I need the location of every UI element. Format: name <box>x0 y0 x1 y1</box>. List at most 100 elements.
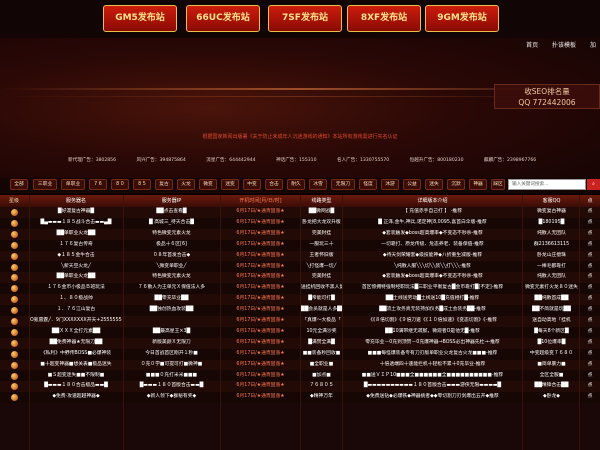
category-item[interactable]: 沐游 <box>381 179 399 190</box>
ad-item[interactable]: 新代理广告：3802856 <box>68 157 116 163</box>
server-name[interactable]: █▄▬▬▬１８５战斗合击▬▬▄█ <box>30 218 122 229</box>
server-name[interactable]: １７６复古传奇 <box>30 240 122 251</box>
category-item[interactable]: 8 5 <box>133 179 151 190</box>
ad-item[interactable]: 名人广告：1330755570 <box>337 157 389 163</box>
category-item[interactable]: 合击 <box>265 179 283 190</box>
search-icon[interactable]: ⌕ <box>587 179 600 190</box>
server-name[interactable]: １．７６江山复古 <box>30 305 122 316</box>
server-name[interactable]: １７６金币小极品Ｂ班玩法 <box>30 283 122 294</box>
ad-item[interactable]: 流星广告：644442944 <box>206 157 255 163</box>
ad-item[interactable]: 风兴广告：394875864 <box>137 157 186 163</box>
category-item[interactable]: 8 0 <box>111 179 129 190</box>
category-item[interactable]: 耐久 <box>287 179 305 190</box>
category-item[interactable]: 7 6 <box>89 179 107 190</box>
nav-link-add[interactable]: 加 <box>590 42 596 49</box>
category-item[interactable]: 神器 <box>469 179 487 190</box>
top-button-7sf[interactable]: 7SF发布站 <box>268 5 342 32</box>
star-cell <box>0 381 28 392</box>
version-info[interactable]: 十倍透端四十速能拦机十轻松不累十0充毕业-推荐 <box>343 360 522 371</box>
server-name[interactable]: ■Ｓ超变迷失■■不限制■ <box>30 371 122 382</box>
action-link[interactable]: 点 <box>580 294 600 305</box>
action-link[interactable]: 点 <box>580 218 600 229</box>
action-link[interactable]: 点 <box>580 240 600 251</box>
server-name[interactable]: ██单职业火龙██ <box>30 272 122 283</box>
server-name[interactable]: ██ＸＸＸ全打元素██ <box>30 327 122 338</box>
nav-link-home[interactable]: 首页 <box>526 42 538 49</box>
category-item[interactable]: 三职业 <box>33 179 57 190</box>
open-time: 6月17日/★通宵固涨★ <box>236 383 285 389</box>
version-info[interactable]: 《《８倍切割》《９倍刀速《《１０倍加速》《变态切割》《-推荐 <box>343 316 522 327</box>
version-info[interactable]: ██土线送劳动█土线送10█充值相打█-推荐 <box>343 294 522 305</box>
version-info[interactable]: 一切靠打、原龙传极、危态养老、装备保值-推荐 <box>343 240 522 251</box>
ad-item[interactable]: 神话广告：155310 <box>276 157 317 163</box>
server-name[interactable]: 《私利》中野传BOSS■必爆神装 <box>30 349 122 360</box>
server-name[interactable]: ◆１８５金牛合击 <box>30 251 122 262</box>
server-name[interactable]: ██免费神器★无限刀██ <box>30 338 122 349</box>
line-type: █满赞全满█ <box>308 339 335 345</box>
server-name[interactable]: ■十超变神器■想关表■极品迷失 <box>30 360 122 371</box>
category-item[interactable]: 迷失 <box>425 179 443 190</box>
seo-ad-box[interactable]: 收SEO排名量 QQ 772442006 <box>494 84 600 109</box>
category-item[interactable]: 怪度 <box>359 179 377 190</box>
version-info[interactable]: 【 充值赤手自己打 】 -推荐 <box>343 207 522 218</box>
category-item[interactable]: 踩区 <box>491 179 505 190</box>
action-link[interactable]: 点 <box>580 381 600 392</box>
category-item[interactable]: 单职业 <box>61 179 85 190</box>
action-link[interactable]: 点 <box>580 392 600 403</box>
action-link[interactable]: 点 <box>580 360 600 371</box>
action-link[interactable]: 点 <box>580 262 600 273</box>
server-name[interactable]: ██单职业火龙██ <box>30 229 122 240</box>
header-star: 星级 <box>8 198 19 204</box>
category-all[interactable]: 全部 <box>10 179 28 190</box>
action-link[interactable]: 点 <box>580 349 600 360</box>
version-info[interactable]: ■■■每怪爆装备专有刀刃版单职业火龙复古火龙■■■-推荐 <box>343 349 522 360</box>
category-item[interactable]: 微变 <box>199 179 217 190</box>
action-link[interactable]: 点 <box>580 316 600 327</box>
server-name[interactable]: █好漫复古神器█ <box>30 207 122 218</box>
ad-item[interactable]: 恒越升广告：800180230 <box>410 157 464 163</box>
version-info[interactable]: ██10满带继无疏腻，微观者O是他无█-推荐 <box>343 327 522 338</box>
version-info[interactable]: ╲纯散人服╲╲╲切╲╲装╲╲打╲╲╲-推荐 <box>343 262 522 273</box>
version-info[interactable]: ██流土攻务真无装持加仪务█成土会装务██-推荐 <box>343 305 522 316</box>
nav-link-template[interactable]: 扑该模板 <box>552 42 576 49</box>
search-input[interactable]: 输入关键词搜索... <box>508 179 586 190</box>
version-info[interactable]: ■■送ＶＩＰ10■■■全■■■■■■全■■■■■■■■■■-推荐 <box>343 371 522 382</box>
action-link[interactable]: 点 <box>580 207 600 218</box>
star-icon <box>10 241 18 249</box>
version-info[interactable]: 零充毕业－0充到顶赞－0充爆神器→BOSS必出神器先杜→-推荐 <box>343 338 522 349</box>
top-button-8xf[interactable]: 8XF发布站 <box>347 5 421 32</box>
category-item[interactable]: 冰雪 <box>309 179 327 190</box>
version-info[interactable]: ◆免费送钻◆必爆铁◆神器挑者◆◆零切割刀刃剑爆出五开◆推荐 <box>343 392 522 403</box>
header-name: 服务器名 <box>65 198 86 204</box>
category-item[interactable]: 复古 <box>155 179 173 190</box>
action-link[interactable]: 点 <box>580 272 600 283</box>
category-item[interactable]: 中变 <box>243 179 261 190</box>
server-name[interactable]: ╲新天空火龙╱ <box>30 262 122 273</box>
version-info[interactable]: 首区惊拥特强制经职玩法█三职业平衡复古█金币靠打█[不定]-推荐 <box>343 283 522 294</box>
top-button-66uc[interactable]: 66UC发布站 <box>186 5 260 32</box>
category-item[interactable]: 无限刀 <box>331 179 355 190</box>
action-link[interactable]: 点 <box>580 251 600 262</box>
action-link[interactable]: 点 <box>580 283 600 294</box>
action-link[interactable]: 点 <box>580 371 600 382</box>
version-info[interactable]: ◆套装触发◆boss超高爆率◆不变态不秒杀-推荐 <box>343 229 522 240</box>
ad-item[interactable]: 麒麟广告：2398967766 <box>484 157 536 163</box>
version-info[interactable]: █ 正泽,金牛,神兵,诺定神[8,0095,喜首白伞版-推荐 <box>343 218 522 229</box>
server-name[interactable]: █▬▬▬１８０合击极品▬▬█ <box>30 381 122 392</box>
top-button-9gm[interactable]: 9GM发布站 <box>425 5 499 32</box>
action-link[interactable]: 点 <box>580 338 600 349</box>
action-link[interactable]: 点 <box>580 305 600 316</box>
category-item[interactable]: 火龙 <box>177 179 195 190</box>
action-link[interactable]: 点 <box>580 229 600 240</box>
server-name[interactable]: １、８０极战帅 <box>30 294 122 305</box>
category-item[interactable]: 沉默 <box>447 179 465 190</box>
version-info[interactable]: ◆待天剑荣耀套◆级技能神◆八折重生减版-推荐 <box>343 251 522 262</box>
top-button-gm5[interactable]: GM5发布站 <box>103 5 177 32</box>
server-name[interactable]: O氪雷霆╱．9门XXXXXXX开天+25555555XXXXXX <box>30 316 122 327</box>
version-info[interactable]: █▬▬▬▬▬▬▬▬▬▬１８０首版合击▬▬▬游侠无限▬▬▬▬█ <box>343 381 522 392</box>
action-link[interactable]: 点 <box>580 327 600 338</box>
server-name[interactable]: ◆免费·攻速超越神器◆ <box>30 392 122 403</box>
version-info[interactable]: ◆套装触发◆boss超高爆率◆不变态不秒杀-推荐 <box>343 272 522 283</box>
category-item[interactable]: 公益 <box>403 179 421 190</box>
category-item[interactable]: 迷变 <box>221 179 239 190</box>
